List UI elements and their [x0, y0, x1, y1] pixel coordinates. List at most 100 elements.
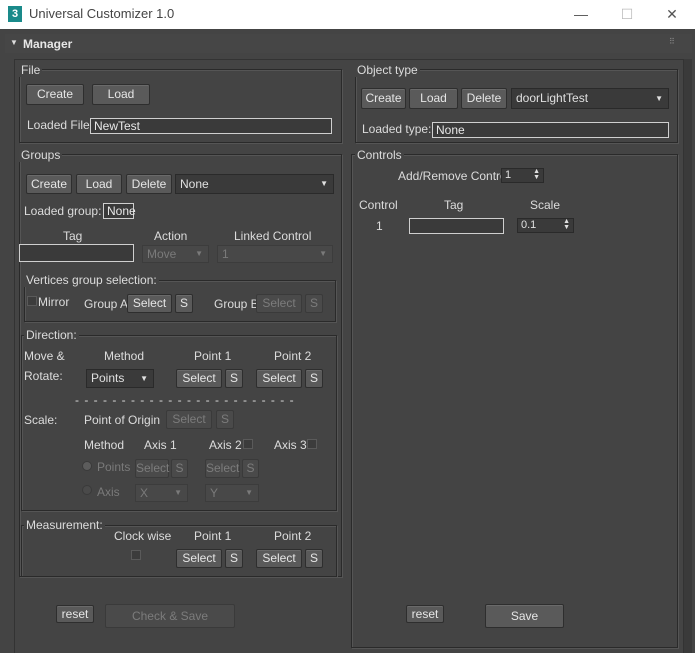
left-reset-button[interactable]: reset: [56, 605, 94, 623]
scale-label: Scale:: [24, 413, 58, 427]
spinner-arrows-icon[interactable]: ▲ ▼: [563, 218, 570, 231]
loaded-file-field[interactable]: NewTest: [90, 118, 332, 134]
group-b-select-button[interactable]: Select: [256, 294, 302, 313]
chevron-down-icon: ▼: [319, 249, 327, 258]
scrollbar[interactable]: [684, 59, 692, 653]
axis-radio[interactable]: [82, 485, 92, 495]
action-column-label: Action: [154, 229, 188, 243]
groups-delete-button[interactable]: Delete: [126, 174, 172, 194]
window-title: Universal Customizer 1.0: [29, 6, 175, 21]
group-b-s-button[interactable]: S: [305, 294, 323, 313]
object-type-selected: doorLightTest: [516, 91, 589, 105]
clockwise-label: Clock wise: [114, 529, 172, 543]
axis-radio-label: Axis: [97, 485, 120, 499]
groups-group-label: Groups: [19, 148, 63, 162]
grip-icon[interactable]: ⠿: [669, 37, 675, 46]
axis-y-dropdown[interactable]: Y ▼: [205, 484, 259, 502]
action-selected: Move: [147, 247, 177, 261]
control-row-index: 1: [376, 219, 383, 233]
maximize-button[interactable]: ☐: [614, 4, 640, 24]
linked-control-dropdown[interactable]: 1 ▼: [217, 245, 333, 263]
minimize-button[interactable]: —: [568, 4, 594, 24]
group-tag-input[interactable]: [19, 244, 134, 262]
axis3-checkbox[interactable]: [307, 439, 317, 449]
linked-control-column-label: Linked Control: [234, 229, 312, 243]
check-and-save-button[interactable]: Check & Save: [105, 604, 235, 628]
controls-group-label: Controls: [355, 148, 404, 162]
direction-point1-select-button[interactable]: Select: [176, 369, 222, 388]
axis2-s-button[interactable]: S: [242, 459, 259, 478]
measurement-group-label: Measurement:: [24, 518, 105, 532]
groups-dropdown[interactable]: None ▼: [175, 174, 334, 194]
groups-load-button[interactable]: Load: [76, 174, 122, 194]
control-scale-spinner[interactable]: 0.1 ▲ ▼: [517, 218, 574, 233]
axis1-s-button[interactable]: S: [171, 459, 188, 478]
object-type-group-label: Object type: [355, 63, 420, 77]
point-of-origin-label: Point of Origin: [84, 413, 161, 427]
group-a-s-button[interactable]: S: [175, 294, 193, 313]
controls-group: [351, 154, 678, 648]
points-radio-label: Points: [97, 460, 131, 474]
origin-select-button[interactable]: Select: [166, 410, 212, 429]
measurement-point1-select-button[interactable]: Select: [176, 549, 222, 568]
manager-rollout-header[interactable]: [5, 34, 692, 53]
direction-method-dropdown[interactable]: Points ▼: [86, 369, 154, 388]
object-type-delete-button[interactable]: Delete: [461, 88, 507, 109]
origin-s-button[interactable]: S: [216, 410, 234, 429]
object-type-dropdown[interactable]: doorLightTest ▼: [511, 88, 669, 109]
loaded-group-field[interactable]: None: [103, 203, 136, 219]
axis3-label: Axis 3: [274, 438, 307, 452]
measurement-point2-s-button[interactable]: S: [305, 549, 323, 568]
move-label: Move &: [24, 349, 65, 363]
loaded-file-label: Loaded File:: [27, 118, 94, 132]
separator: - - - - - - - - - - - - - - - - - - - - …: [75, 393, 295, 407]
measurement-point1-s-button[interactable]: S: [225, 549, 243, 568]
control-count-spinner[interactable]: 1 ▲ ▼: [501, 168, 544, 183]
controls-save-button[interactable]: Save: [485, 604, 564, 628]
group-a-label: Group A: [84, 297, 129, 311]
action-dropdown[interactable]: Move ▼: [142, 245, 209, 263]
mirror-label: Mirror: [38, 295, 70, 309]
spinner-arrows-icon[interactable]: ▲ ▼: [533, 168, 540, 181]
close-button[interactable]: ✕: [659, 4, 685, 24]
axis2-checkbox[interactable]: [243, 439, 253, 449]
axis2-select-button[interactable]: Select: [205, 459, 240, 478]
object-type-create-button[interactable]: Create: [361, 88, 406, 109]
object-type-load-button[interactable]: Load: [409, 88, 458, 109]
group-b-label: Group B: [214, 297, 259, 311]
axis-x-dropdown[interactable]: X ▼: [135, 484, 188, 502]
control-tag-input[interactable]: [409, 218, 504, 234]
chevron-down-icon: ▼: [140, 374, 148, 383]
tag-column-label: Tag: [444, 198, 464, 212]
file-group-label: File: [19, 63, 43, 77]
loaded-group-label: Loaded group:: [24, 204, 102, 218]
controls-reset-button[interactable]: reset: [406, 605, 444, 623]
file-load-button[interactable]: Load: [92, 84, 150, 105]
direction-point1-s-button[interactable]: S: [225, 369, 243, 388]
tag-column-label: Tag: [63, 229, 83, 243]
clockwise-checkbox[interactable]: [131, 550, 141, 560]
direction-point2-s-button[interactable]: S: [305, 369, 323, 388]
add-remove-control-label: Add/Remove Control: [398, 169, 510, 183]
collapse-arrow-icon[interactable]: ▼: [10, 38, 18, 47]
chevron-down-icon: ▼: [195, 249, 203, 258]
file-create-button[interactable]: Create: [26, 84, 84, 105]
point1-column-label: Point 1: [194, 349, 232, 363]
groups-create-button[interactable]: Create: [26, 174, 72, 194]
scale-column-label: Scale: [530, 198, 561, 212]
method-column-label: Method: [104, 349, 145, 363]
group-a-select-button[interactable]: Select: [127, 294, 172, 313]
mirror-checkbox[interactable]: [27, 296, 37, 306]
points-radio[interactable]: [82, 461, 92, 471]
axis1-select-button[interactable]: Select: [135, 459, 169, 478]
direction-point2-select-button[interactable]: Select: [256, 369, 302, 388]
point2-column-label: Point 2: [274, 349, 312, 363]
control-count-value: 1: [505, 169, 512, 181]
loaded-type-field[interactable]: None: [432, 122, 669, 138]
measurement-point2-select-button[interactable]: Select: [256, 549, 302, 568]
app-icon: 3: [8, 6, 22, 22]
groups-selected: None: [180, 177, 209, 191]
chevron-down-icon: ▼: [320, 179, 328, 188]
control-scale-value: 0.1: [521, 219, 537, 231]
direction-group-label: Direction:: [24, 328, 79, 342]
